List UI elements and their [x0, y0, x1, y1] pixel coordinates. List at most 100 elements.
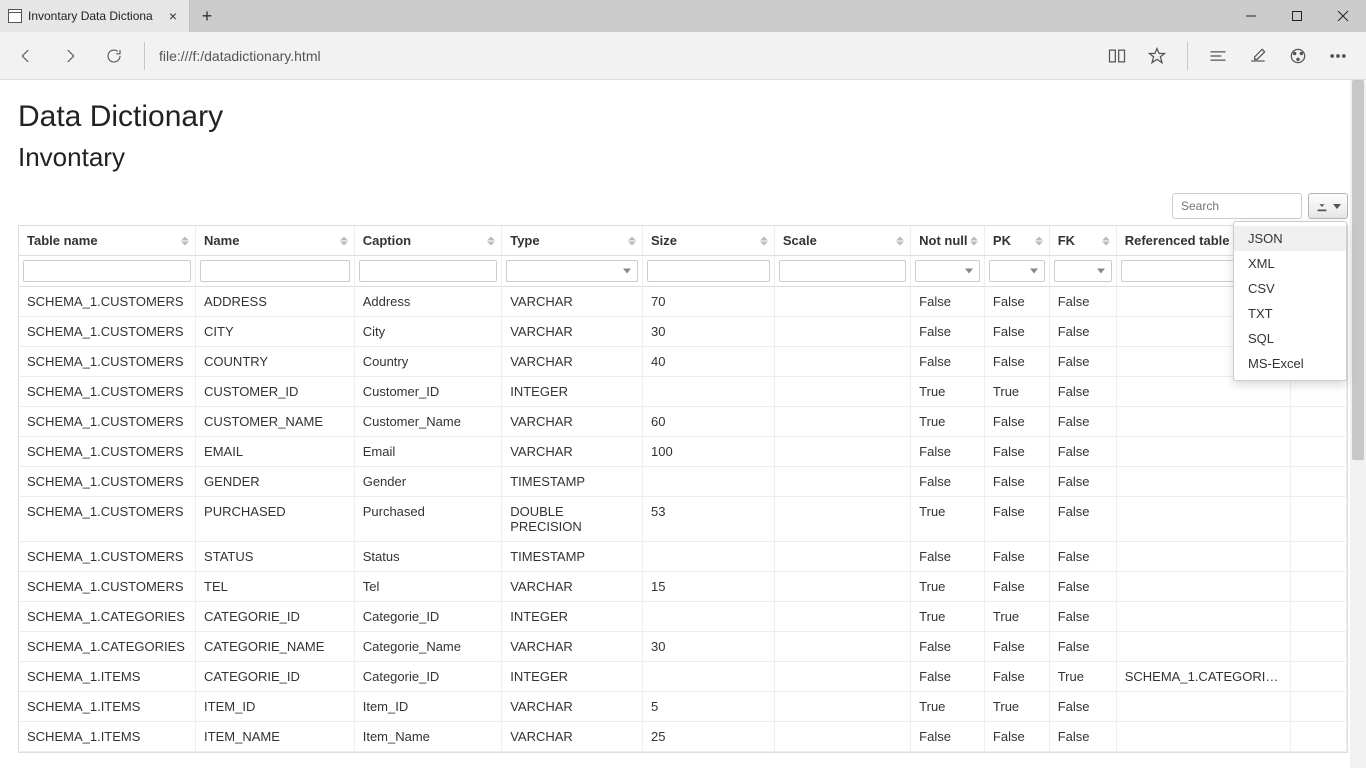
table-row[interactable]: SCHEMA_1.CUSTOMERSGENDERGenderTIMESTAMPF… — [19, 467, 1347, 497]
table-cell: False — [1049, 692, 1116, 722]
col-header[interactable]: Table name — [19, 226, 196, 256]
notes-icon[interactable] — [1242, 36, 1274, 76]
table-row[interactable]: SCHEMA_1.CUSTOMERSPURCHASEDPurchasedDOUB… — [19, 497, 1347, 542]
more-icon[interactable] — [1322, 36, 1354, 76]
col-header[interactable]: Name — [196, 226, 355, 256]
table-row[interactable]: SCHEMA_1.CATEGORIESCATEGORIE_IDCategorie… — [19, 602, 1347, 632]
export-option-txt[interactable]: TXT — [1234, 301, 1346, 326]
export-option-xml[interactable]: XML — [1234, 251, 1346, 276]
table-row[interactable]: SCHEMA_1.CUSTOMERSSTATUSStatusTIMESTAMPF… — [19, 542, 1347, 572]
filter-input[interactable] — [23, 260, 191, 282]
table-cell: 53 — [643, 497, 775, 542]
forward-button[interactable] — [50, 36, 90, 76]
sort-icon[interactable] — [896, 236, 904, 245]
vertical-scrollbar[interactable] — [1350, 80, 1366, 768]
back-button[interactable] — [6, 36, 46, 76]
col-header[interactable]: PK — [984, 226, 1049, 256]
sort-icon[interactable] — [340, 236, 348, 245]
table-cell: True — [911, 497, 985, 542]
sort-icon[interactable] — [760, 236, 768, 245]
table-cell: 25 — [643, 722, 775, 752]
close-tab-icon[interactable]: × — [165, 8, 181, 24]
table-row[interactable]: SCHEMA_1.ITEMSITEM_NAMEItem_NameVARCHAR2… — [19, 722, 1347, 752]
export-button[interactable]: JSONXMLCSVTXTSQLMS-Excel — [1308, 193, 1348, 219]
browser-tab[interactable]: Invontary Data Dictiona × — [0, 0, 190, 32]
table-row[interactable]: SCHEMA_1.ITEMSCATEGORIE_IDCategorie_IDIN… — [19, 662, 1347, 692]
sort-icon[interactable] — [1035, 236, 1043, 245]
filter-input[interactable] — [647, 260, 770, 282]
filter-select[interactable] — [915, 260, 980, 282]
table-cell — [774, 662, 910, 692]
window-minimize-button[interactable] — [1228, 0, 1274, 32]
table-row[interactable]: SCHEMA_1.ITEMSITEM_IDItem_IDVARCHAR5True… — [19, 692, 1347, 722]
table-cell: SCHEMA_1.CUSTOMERS — [19, 572, 196, 602]
reading-view-icon[interactable] — [1101, 36, 1133, 76]
filter-input[interactable] — [200, 260, 350, 282]
table-cell: Email — [354, 437, 502, 467]
table-header-row: Table nameNameCaptionTypeSizeScaleNot nu… — [19, 226, 1347, 256]
sort-icon[interactable] — [970, 236, 978, 245]
new-tab-button[interactable]: + — [190, 0, 224, 32]
export-option-json[interactable]: JSON — [1234, 226, 1346, 251]
table-cell: Item_ID — [354, 692, 502, 722]
table-cell: INTEGER — [502, 662, 643, 692]
table-cell: SCHEMA_1.CATEGORIES — [19, 602, 196, 632]
filter-select[interactable] — [989, 260, 1045, 282]
refresh-button[interactable] — [94, 36, 134, 76]
table-cell — [1116, 722, 1290, 752]
table-cell — [774, 632, 910, 662]
table-row[interactable]: SCHEMA_1.CUSTOMERSTELTelVARCHAR15TrueFal… — [19, 572, 1347, 602]
table-cell: VARCHAR — [502, 317, 643, 347]
table-cell — [1291, 407, 1347, 437]
search-input[interactable] — [1172, 193, 1302, 219]
table-row[interactable]: SCHEMA_1.CUSTOMERSADDRESSAddressVARCHAR7… — [19, 287, 1347, 317]
table-cell: False — [911, 722, 985, 752]
table-cell — [1116, 692, 1290, 722]
table-cell: ADDRESS — [196, 287, 355, 317]
table-cell: VARCHAR — [502, 287, 643, 317]
export-option-sql[interactable]: SQL — [1234, 326, 1346, 351]
export-option-ms-excel[interactable]: MS-Excel — [1234, 351, 1346, 376]
scrollbar-thumb[interactable] — [1352, 80, 1364, 460]
filter-select[interactable] — [1054, 260, 1112, 282]
table-cell: VARCHAR — [502, 722, 643, 752]
table-row[interactable]: SCHEMA_1.CUSTOMERSCUSTOMER_NAMECustomer_… — [19, 407, 1347, 437]
col-header[interactable]: Not null — [911, 226, 985, 256]
address-bar[interactable]: file:///f:/datadictionary.html — [155, 42, 1097, 70]
col-header[interactable]: Size — [643, 226, 775, 256]
window-titlebar: Invontary Data Dictiona × + — [0, 0, 1366, 32]
col-header[interactable]: Type — [502, 226, 643, 256]
table-cell — [1116, 542, 1290, 572]
sort-icon[interactable] — [181, 236, 189, 245]
table-cell — [1116, 632, 1290, 662]
table-cell: False — [1049, 497, 1116, 542]
table-cell — [1291, 377, 1347, 407]
table-row[interactable]: SCHEMA_1.CUSTOMERSCOUNTRYCountryVARCHAR4… — [19, 347, 1347, 377]
col-header[interactable]: FK — [1049, 226, 1116, 256]
table-row[interactable]: SCHEMA_1.CUSTOMERSCITYCityVARCHAR30False… — [19, 317, 1347, 347]
favorite-star-icon[interactable] — [1141, 36, 1173, 76]
col-header[interactable]: Caption — [354, 226, 502, 256]
share-icon[interactable] — [1282, 36, 1314, 76]
filter-select[interactable] — [506, 260, 638, 282]
window-close-button[interactable] — [1320, 0, 1366, 32]
browser-toolbar: file:///f:/datadictionary.html — [0, 32, 1366, 80]
filter-input[interactable] — [779, 260, 906, 282]
sort-icon[interactable] — [628, 236, 636, 245]
hub-icon[interactable] — [1202, 36, 1234, 76]
export-option-csv[interactable]: CSV — [1234, 276, 1346, 301]
sort-icon[interactable] — [487, 236, 495, 245]
sort-icon[interactable] — [1102, 236, 1110, 245]
table-cell: False — [1049, 467, 1116, 497]
table-row[interactable]: SCHEMA_1.CUSTOMERSEMAILEmailVARCHAR100Fa… — [19, 437, 1347, 467]
filter-input[interactable] — [359, 260, 498, 282]
table-cell: TIMESTAMP — [502, 467, 643, 497]
table-cell: Customer_ID — [354, 377, 502, 407]
col-header[interactable]: Scale — [774, 226, 910, 256]
table-cell: SCHEMA_1.CUSTOMERS — [19, 347, 196, 377]
table-row[interactable]: SCHEMA_1.CATEGORIESCATEGORIE_NAMECategor… — [19, 632, 1347, 662]
table-cell: SCHEMA_1.CUSTOMERS — [19, 317, 196, 347]
table-cell: SCHEMA_1.ITEMS — [19, 692, 196, 722]
table-row[interactable]: SCHEMA_1.CUSTOMERSCUSTOMER_IDCustomer_ID… — [19, 377, 1347, 407]
window-maximize-button[interactable] — [1274, 0, 1320, 32]
